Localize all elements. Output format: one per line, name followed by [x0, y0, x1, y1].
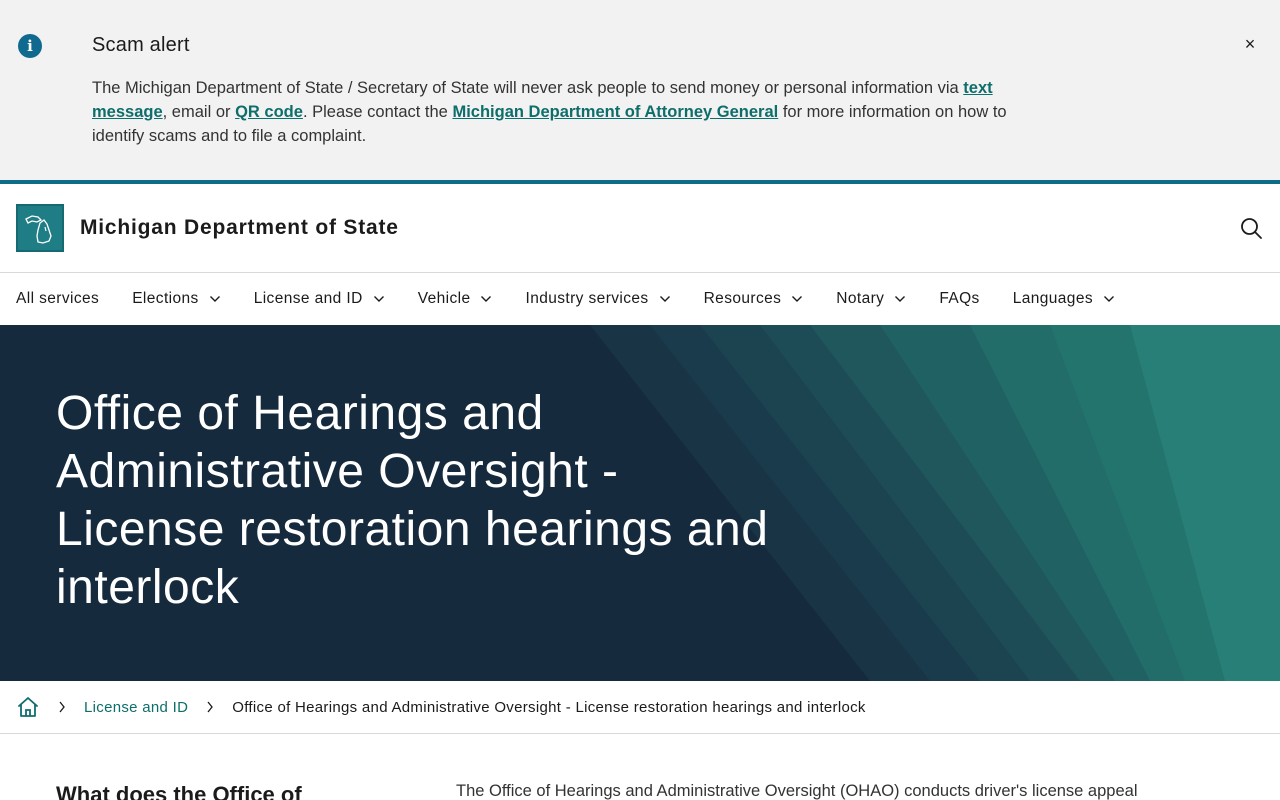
nav-item-label: All services [16, 290, 100, 307]
info-icon: i [18, 34, 42, 58]
nav-item-notary[interactable]: Notary [836, 290, 906, 308]
nav-item-industry-services[interactable]: Industry services [525, 290, 670, 308]
nav-item-label: Languages [1012, 290, 1094, 307]
chevron-down-icon [1104, 296, 1115, 302]
breadcrumb: License and ID Office of Hearings and Ad… [0, 681, 1280, 734]
chevron-down-icon [792, 296, 803, 302]
home-icon[interactable] [16, 695, 40, 719]
hero-banner: Office of Hearings and Administrative Ov… [0, 325, 1280, 681]
nav-item-label: Industry services [525, 290, 649, 307]
chevron-down-icon [209, 296, 220, 302]
nav-item-faqs[interactable]: FAQs [939, 290, 979, 308]
nav-item-languages[interactable]: Languages [1013, 290, 1115, 308]
chevron-down-icon [481, 296, 492, 302]
nav-item-vehicle[interactable]: Vehicle [418, 290, 493, 308]
alert-text: , email or [162, 103, 236, 121]
alert-body: The Michigan Department of State / Secre… [92, 76, 1052, 148]
alert-title: Scam alert [92, 34, 190, 56]
alert-text: The Michigan Department of State / Secre… [92, 79, 964, 97]
site-header: Michigan Department of State [0, 180, 1280, 273]
nav-item-label: Notary [836, 290, 885, 307]
chevron-right-icon [59, 701, 65, 713]
michigan-map-logo[interactable] [16, 204, 64, 252]
chevron-down-icon [373, 296, 384, 302]
alert-text: . Please contact the [302, 103, 453, 121]
nav-item-license-and-id[interactable]: License and ID [254, 290, 385, 308]
chevron-down-icon [895, 296, 906, 302]
page-title: Office of Hearings and Administrative Ov… [56, 387, 769, 614]
attorney-general-link[interactable]: Michigan Department of Attorney General [452, 103, 778, 121]
nav-item-label: Elections [132, 290, 199, 307]
section-heading: What does the Office of [56, 782, 302, 800]
site-title[interactable]: Michigan Department of State [80, 216, 399, 240]
chevron-down-icon [659, 296, 670, 302]
main-nav: All services Elections License and ID Vehic… [0, 273, 1280, 325]
chevron-right-icon [207, 701, 214, 713]
michigan-map-icon [25, 215, 52, 244]
nav-item-label: Vehicle [417, 290, 471, 307]
close-icon[interactable]: × [1240, 34, 1260, 54]
breadcrumb-current: Office of Hearings and Administrative Ov… [232, 698, 866, 716]
scam-alert-banner: i Scam alert The Michigan Department of … [0, 0, 1280, 180]
nav-item-label: License and ID [253, 290, 363, 307]
nav-item-label: Resources [703, 290, 782, 307]
breadcrumb-link-license-and-id[interactable]: License and ID [84, 699, 188, 716]
nav-item-all-services[interactable]: All services [16, 290, 99, 308]
nav-item-resources[interactable]: Resources [704, 290, 804, 308]
qr-code-link[interactable]: QR code [235, 103, 303, 121]
nav-item-elections[interactable]: Elections [132, 290, 221, 308]
section-text: The Office of Hearings and Administrativ… [456, 782, 1138, 800]
nav-item-label: FAQs [939, 290, 980, 307]
search-icon[interactable] [1238, 215, 1266, 243]
